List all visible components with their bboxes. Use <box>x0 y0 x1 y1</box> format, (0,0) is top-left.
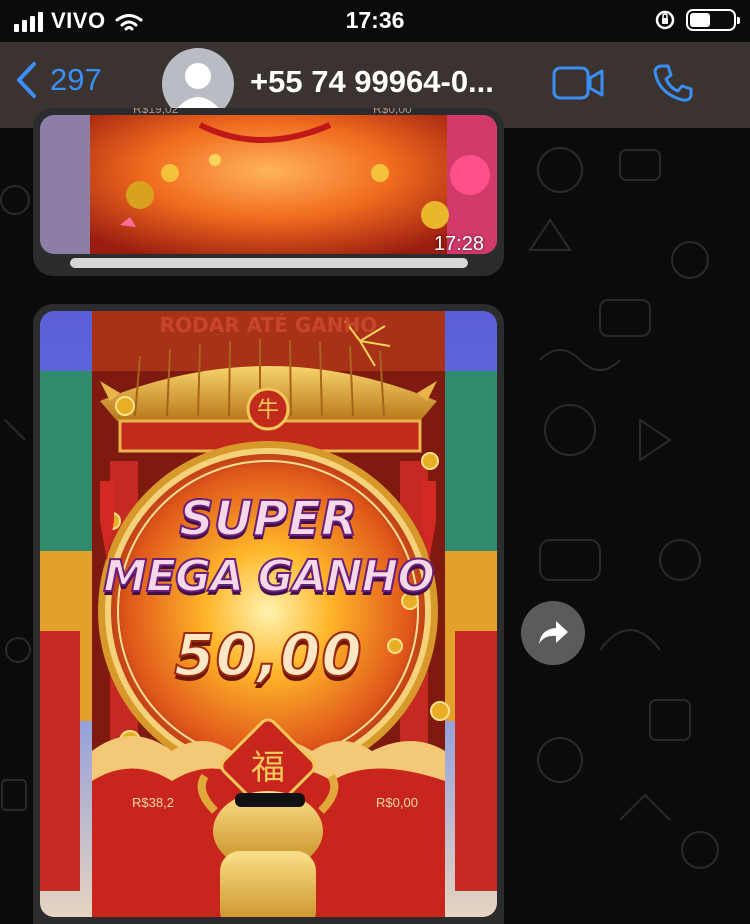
video-thumbnail <box>40 115 497 254</box>
win-title-line1: SUPER <box>178 490 358 548</box>
video-thumbnail: 牛 福 RODAR ATÉ GANHO SUPER MEGA GANHO 50,… <box>40 311 497 917</box>
video-message[interactable]: 牛 福 RODAR ATÉ GANHO SUPER MEGA GANHO 50,… <box>33 304 504 924</box>
balance-right: R$0,00 <box>373 108 412 116</box>
balance-right: R$0,00 <box>376 795 418 810</box>
game-scene-image <box>40 115 497 254</box>
message-timestamp: 17:28 <box>433 233 484 255</box>
balance-left: R$19,02 <box>133 108 179 116</box>
video-call-icon <box>552 66 604 100</box>
game-scene-image: 牛 福 <box>40 311 497 917</box>
chat-area: R$19,02 R$0,00 17:28 牛 福 RODAR ATÉ GANHO… <box>0 108 750 924</box>
unread-count: 297 <box>50 62 102 97</box>
status-bar: VIVO 17:36 <box>0 0 750 42</box>
svg-text:牛: 牛 <box>257 398 279 423</box>
win-title-line2: MEGA GANHO <box>102 550 436 603</box>
forward-icon <box>539 621 568 644</box>
win-amount: 50,00 <box>173 620 363 690</box>
contact-name[interactable]: +55 74 99964-0... <box>250 64 494 100</box>
orientation-lock-icon <box>655 10 675 30</box>
voice-call-button[interactable] <box>652 62 694 109</box>
back-button[interactable]: 297 <box>14 60 102 100</box>
svg-text:福: 福 <box>251 748 285 788</box>
battery-icon <box>686 9 740 31</box>
video-message[interactable]: R$19,02 R$0,00 17:28 <box>33 108 504 276</box>
status-time: 17:36 <box>345 7 405 33</box>
forward-button[interactable] <box>521 601 585 665</box>
balance-left: R$38,2 <box>132 795 174 810</box>
game-title: RODAR ATÉ GANHO <box>159 313 378 337</box>
video-call-button[interactable] <box>552 66 604 105</box>
phone-icon <box>653 64 693 102</box>
back-chevron-icon <box>17 62 36 98</box>
video-scrubber[interactable] <box>70 258 468 268</box>
